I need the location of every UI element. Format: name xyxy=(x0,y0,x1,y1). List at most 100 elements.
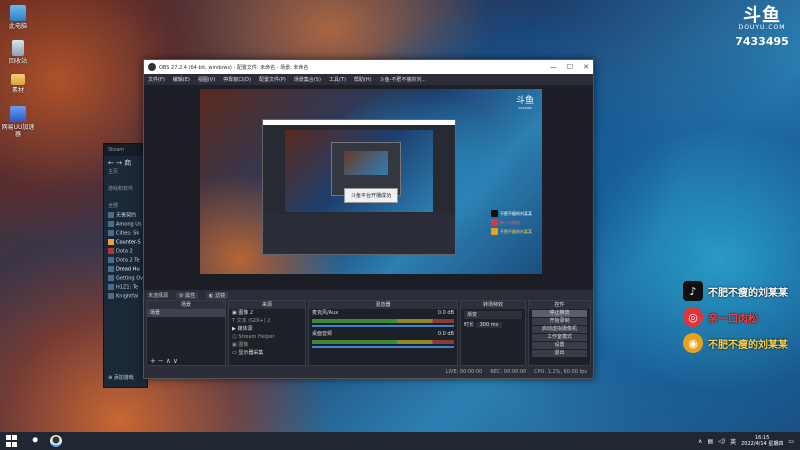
steam-game-item[interactable]: Among Us xyxy=(104,220,147,229)
steam-game-item[interactable]: Getting Ov xyxy=(104,274,147,283)
source-item[interactable]: ▣ 图像 xyxy=(229,341,305,349)
steam-home-link[interactable]: 主页 xyxy=(104,168,147,177)
steam-game-item[interactable]: Counter-S xyxy=(104,238,147,247)
exit-button[interactable]: 退出 xyxy=(532,350,587,357)
transition-select[interactable]: 渐变 xyxy=(464,311,522,319)
menu-profile[interactable]: 配置文件(P) xyxy=(259,76,286,83)
source-item[interactable]: ▣ 图像 2 xyxy=(229,309,305,317)
scene-item[interactable]: 场景 xyxy=(147,309,225,317)
sources-dock: 来源 ▣ 图像 2 T 文本 (GDI+) 2 ▶ 媒体源 ◫ Stream H… xyxy=(228,300,306,366)
scenes-dock: 场景 场景 +−∧∨ xyxy=(146,300,226,366)
steam-game-label: Cities: Sk xyxy=(116,230,140,237)
start-recording-button[interactable]: 开始录制 xyxy=(532,318,587,325)
track-name: 麦克风/Aux xyxy=(312,310,339,316)
menu-tools[interactable]: 工具(T) xyxy=(329,76,346,83)
obs-taskbar-icon[interactable] xyxy=(50,435,62,447)
menu-file[interactable]: 文件(F) xyxy=(148,76,165,83)
filters-label: 滤镜 xyxy=(215,292,226,299)
social-text: 不肥不瘦的刘某某 xyxy=(708,287,788,299)
steam-nav[interactable]: ← → 商 xyxy=(104,156,147,168)
system-tray: ∧ ▤ ◁) 英 16:15 2022/4/14 星期四 ▭ xyxy=(698,435,800,447)
social-row-fan-group: ◎ 亲一口肉松 xyxy=(683,306,788,328)
stop-streaming-button[interactable]: 停止推流 xyxy=(532,310,587,317)
obs-logo-icon xyxy=(148,63,156,71)
desktop-icon-this-pc[interactable]: 此电脑 xyxy=(0,5,36,30)
desktop-icon-folder[interactable]: 素材 xyxy=(0,74,36,94)
steam-game-item[interactable]: H1Z1: Te xyxy=(104,283,147,292)
steam-game-label: 无畏契约 xyxy=(116,212,137,219)
steam-game-label: Counter-S xyxy=(116,239,141,246)
steam-game-item[interactable]: Cities: Sk xyxy=(104,229,147,238)
uu-booster-icon xyxy=(10,106,26,122)
obs-preview-area: 斗鱼 7433495 斗鱼平台开播成功 不肥不瘦的刘某某 亲一口肉松 不肥不瘦的… xyxy=(144,85,593,290)
windows-start-icon[interactable] xyxy=(6,435,18,447)
steam-game-item[interactable]: Dota 2 Te xyxy=(104,256,147,265)
volume-slider[interactable] xyxy=(312,325,454,327)
obs-preview-canvas[interactable]: 斗鱼 7433495 斗鱼平台开播成功 不肥不瘦的刘某某 亲一口肉松 不肥不瘦的… xyxy=(200,89,542,280)
filters-button[interactable]: ◐ 滤镜 xyxy=(206,291,229,299)
steam-games-header[interactable]: 全部 xyxy=(104,202,147,211)
steam-taskbar-icon[interactable] xyxy=(28,435,40,447)
steam-game-item[interactable]: Knightfal xyxy=(104,292,147,301)
volume-meter xyxy=(312,340,454,344)
cpu-fps-status: CPU: 1.2%, 60.00 fps xyxy=(534,369,587,375)
preview-logo-text: 斗鱼 xyxy=(515,96,534,106)
scenes-footer-controls[interactable]: +−∧∨ xyxy=(147,357,225,365)
game-icon xyxy=(108,275,114,281)
menu-view[interactable]: 视图(V) xyxy=(198,76,215,83)
volume-slider[interactable] xyxy=(312,346,454,348)
steam-title: Steam xyxy=(104,144,147,156)
source-label: 媒体源 xyxy=(237,326,253,332)
studio-mode-button[interactable]: 工作室模式 xyxy=(532,334,587,341)
menu-help[interactable]: 帮助(H) xyxy=(354,76,372,83)
minimize-icon[interactable]: — xyxy=(550,63,557,71)
tiktok-icon xyxy=(491,210,498,217)
steam-games-section[interactable]: 游戏和软件 xyxy=(104,185,147,194)
steam-game-item[interactable]: 无畏契约 xyxy=(104,211,147,220)
steam-game-item[interactable]: Dota 2 xyxy=(104,247,147,256)
duration-input[interactable]: 300 ms xyxy=(475,322,503,328)
obs-window[interactable]: OBS 27.2.4 (64-bit, windows) - 配置文件: 未命名… xyxy=(143,59,594,379)
volume-icon[interactable]: ◁) xyxy=(718,438,725,445)
chevron-up-icon[interactable]: ∧ xyxy=(698,438,702,445)
settings-button[interactable]: 设置 xyxy=(532,342,587,349)
windows-taskbar: ∧ ▤ ◁) 英 16:15 2022/4/14 星期四 ▭ xyxy=(0,432,800,450)
menu-docks[interactable]: 停靠窗口(D) xyxy=(223,76,251,83)
close-icon[interactable]: ✕ xyxy=(583,63,589,71)
taskbar-clock[interactable]: 16:15 2022/4/14 星期四 xyxy=(741,435,783,447)
steam-game-label: Knightfal xyxy=(116,293,139,300)
properties-button[interactable]: ⚙ 属性 xyxy=(176,291,199,299)
source-item[interactable]: ◫ Stream Helper xyxy=(229,333,305,341)
steam-game-label: Dread Hu xyxy=(116,266,140,273)
menu-scene-collection[interactable]: 场景集合(S) xyxy=(294,76,321,83)
douyu-logo: 斗鱼 xyxy=(743,5,781,26)
steam-nav-label: 商 xyxy=(124,159,132,167)
maximize-icon[interactable]: ☐ xyxy=(567,63,573,71)
obs-titlebar[interactable]: OBS 27.2.4 (64-bit, windows) - 配置文件: 未命名… xyxy=(144,60,593,74)
audio-mixer-dock: 混音器 麦克风/Aux 0.0 dB 桌面音频 0.0 dB xyxy=(308,300,458,366)
track-level: 0.0 dB xyxy=(437,310,454,316)
volume-meter xyxy=(312,319,454,323)
source-label: 图像 2 xyxy=(238,310,254,316)
desktop-icon-recycle-bin[interactable]: 回收站 xyxy=(0,40,36,65)
start-virtual-camera-button[interactable]: 启动虚拟摄像机 xyxy=(532,326,587,333)
source-item[interactable]: ▶ 媒体源 xyxy=(229,325,305,333)
network-icon[interactable]: ▤ xyxy=(707,438,713,445)
source-item[interactable]: T 文本 (GDI+) 2 xyxy=(229,317,305,325)
source-toolbar: 未选择源 ⚙ 属性 ◐ 滤镜 xyxy=(144,290,593,300)
social-text: 亲一口肉松 xyxy=(708,313,758,325)
menu-douyu-plugin[interactable]: 斗鱼-不肥不瘦的刘... xyxy=(380,76,427,83)
obs-docks: 场景 场景 +−∧∨ 来源 ▣ 图像 2 T 文本 (GDI+) 2 ▶ 媒体源… xyxy=(144,300,593,366)
social-row-weibo: ◉ 不肥不瘦的刘某某 xyxy=(683,332,788,354)
preview-social-text: 亲一口肉松 xyxy=(500,219,520,225)
notification-icon[interactable]: ▭ xyxy=(788,438,794,445)
steam-window[interactable]: Steam ← → 商 主页 游戏和软件 全部 无畏契约 Among Us Ci… xyxy=(103,143,148,388)
input-language[interactable]: 英 xyxy=(730,437,736,446)
recycle-bin-icon xyxy=(12,40,24,56)
menu-edit[interactable]: 编辑(E) xyxy=(173,76,190,83)
game-icon xyxy=(108,257,114,263)
steam-add-game-button[interactable]: ⊕ 添加游戏 xyxy=(104,374,138,383)
desktop-icon-uu-booster[interactable]: 网易UU加速器 xyxy=(0,106,36,138)
steam-game-item[interactable]: Dread Hu xyxy=(104,265,147,274)
source-item[interactable]: ▭ 显示器采集 xyxy=(229,349,305,357)
